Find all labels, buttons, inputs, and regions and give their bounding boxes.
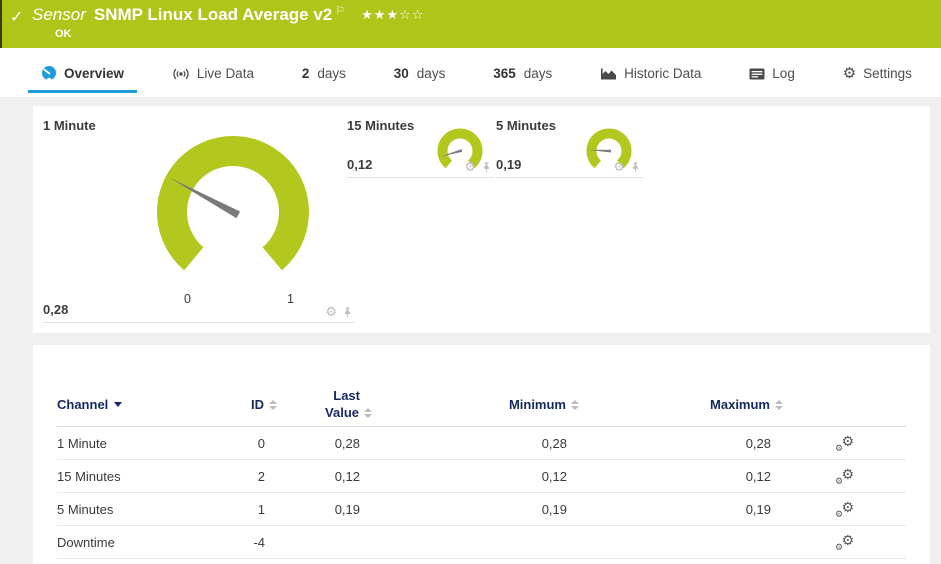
tab-label: days: [317, 66, 346, 81]
channel-id: 0: [257, 435, 265, 451]
gauge-value: 0,12: [347, 157, 373, 172]
tab-30-days[interactable]: 30 days: [381, 66, 459, 93]
table-row[interactable]: 15 Minutes 2 0,12 0,12 0,12 ⚙ ⚙: [57, 460, 906, 493]
tab-live-data[interactable]: Live Data: [159, 66, 267, 93]
tab-2-days[interactable]: 2 days: [289, 66, 359, 93]
gauge-block-5-minutes: 5 Minutes 0,19 ⚙: [496, 118, 643, 178]
column-header-maximum[interactable]: Maximum: [567, 397, 783, 412]
object-kind-label: Sensor: [32, 5, 86, 24]
channel-name: Downtime: [57, 534, 115, 550]
gauge-scale-max: 1: [287, 292, 294, 306]
gauge-block-1-minute: 1 Minute 0 1 0,28 ⚙: [43, 118, 355, 323]
priority-stars[interactable]: ★★★☆☆: [361, 7, 424, 23]
table-row[interactable]: 5 Minutes 1 0,19 0,19 0,19 ⚙ ⚙: [57, 493, 906, 526]
sort-icon: [775, 399, 783, 410]
channel-maximum: 0,12: [745, 468, 771, 484]
channel-last-value: 0,12: [334, 468, 360, 484]
channel-minimum: 0,19: [541, 501, 567, 517]
gauges-panel: 1 Minute 0 1 0,28 ⚙ 15 Minutes 0,12 ⚙ 5 …: [33, 106, 930, 333]
tab-label: days: [416, 66, 446, 81]
gauge-title: 5 Minutes: [496, 118, 556, 133]
tab-overview[interactable]: Overview: [28, 65, 138, 93]
pin-icon[interactable]: [630, 161, 641, 173]
column-header-id[interactable]: ID: [232, 397, 277, 412]
sensor-title: SNMP Linux Load Average v2: [93, 5, 333, 24]
channel-name: 5 Minutes: [57, 501, 114, 517]
gauge-value: 0,19: [496, 157, 522, 172]
channel-last-value: 0,28: [334, 435, 360, 451]
channel-minimum: 0,12: [541, 468, 567, 484]
channel-name: 15 Minutes: [57, 468, 121, 484]
pin-icon[interactable]: [342, 306, 353, 318]
sensor-header-bar: ✓ Sensor SNMP Linux Load Average v2 ⚐ ★★…: [0, 0, 941, 48]
tab-label-number: 30: [393, 66, 409, 81]
channel-minimum: 0,28: [541, 435, 567, 451]
tab-label: Settings: [863, 66, 912, 81]
channel-name: 1 Minute: [57, 435, 107, 451]
gauge-icon: [42, 66, 56, 81]
tab-label-number: 365: [493, 66, 516, 81]
column-header-last-value[interactable]: Last Value: [265, 388, 372, 421]
gauge-title: 15 Minutes: [347, 118, 415, 133]
channel-settings-gears-icon[interactable]: ⚙ ⚙: [835, 466, 854, 486]
gauge-settings-gear-icon[interactable]: ⚙: [464, 160, 476, 173]
tab-bar: Overview Live Data 2 days 30 days 365 da…: [0, 48, 941, 97]
log-list-icon: [749, 68, 765, 79]
gear-icon: ⚙: [842, 65, 857, 82]
tab-log[interactable]: Log: [736, 66, 808, 93]
content-area: 1 Minute 0 1 0,28 ⚙ 15 Minutes 0,12 ⚙ 5 …: [0, 97, 941, 564]
flag-icon[interactable]: ⚐: [335, 4, 345, 17]
column-header-channel[interactable]: Channel: [57, 397, 232, 412]
pin-icon[interactable]: [481, 161, 492, 173]
channel-id: 1: [257, 501, 265, 517]
tab-label: Historic Data: [624, 66, 702, 81]
channel-id: 2: [257, 468, 265, 484]
gauge-chart-1-minute: [157, 135, 309, 271]
tab-label: days: [523, 66, 553, 81]
channel-maximum: 0,28: [745, 435, 771, 451]
sort-desc-icon: [114, 402, 123, 407]
table-row[interactable]: 1 Minute 0 0,28 0,28 0,28 ⚙ ⚙: [57, 427, 906, 460]
status-ok-check-icon: ✓: [10, 9, 24, 26]
column-header-minimum[interactable]: Minimum: [360, 397, 579, 412]
gauge-settings-gear-icon[interactable]: ⚙: [613, 160, 625, 173]
channel-id: -4: [253, 534, 265, 550]
tab-365-days[interactable]: 365 days: [480, 66, 565, 93]
status-badge: OK: [55, 28, 72, 40]
tab-settings[interactable]: ⚙ Settings: [830, 66, 925, 93]
gauge-title: 1 Minute: [43, 118, 96, 133]
channels-table-panel: Channel ID Last Value Minimum Maximum 1 …: [33, 345, 930, 564]
channel-maximum: 0,19: [745, 501, 771, 517]
tab-label-number: 2: [301, 66, 310, 81]
channel-settings-gears-icon[interactable]: ⚙ ⚙: [835, 433, 854, 453]
area-chart-icon: [601, 68, 617, 80]
channel-settings-gears-icon[interactable]: ⚙ ⚙: [835, 532, 854, 552]
table-header-row: Channel ID Last Value Minimum Maximum: [57, 383, 906, 427]
gauge-scale-min: 0: [184, 292, 191, 306]
tab-label: Live Data: [196, 66, 254, 81]
channels-table: Channel ID Last Value Minimum Maximum 1 …: [57, 345, 906, 559]
gauge-block-15-minutes: 15 Minutes 0,12 ⚙: [347, 118, 494, 178]
gauge-value: 0,28: [43, 302, 69, 317]
gauge-settings-gear-icon[interactable]: ⚙: [325, 305, 337, 318]
channel-settings-gears-icon[interactable]: ⚙ ⚙: [835, 499, 854, 519]
channel-last-value: 0,19: [334, 501, 360, 517]
tab-label: Overview: [64, 65, 125, 81]
tab-label: Log: [772, 66, 795, 81]
tab-historic-data[interactable]: Historic Data: [587, 66, 714, 93]
live-data-icon: [173, 68, 189, 79]
table-row[interactable]: Downtime -4 ⚙ ⚙: [57, 526, 906, 559]
